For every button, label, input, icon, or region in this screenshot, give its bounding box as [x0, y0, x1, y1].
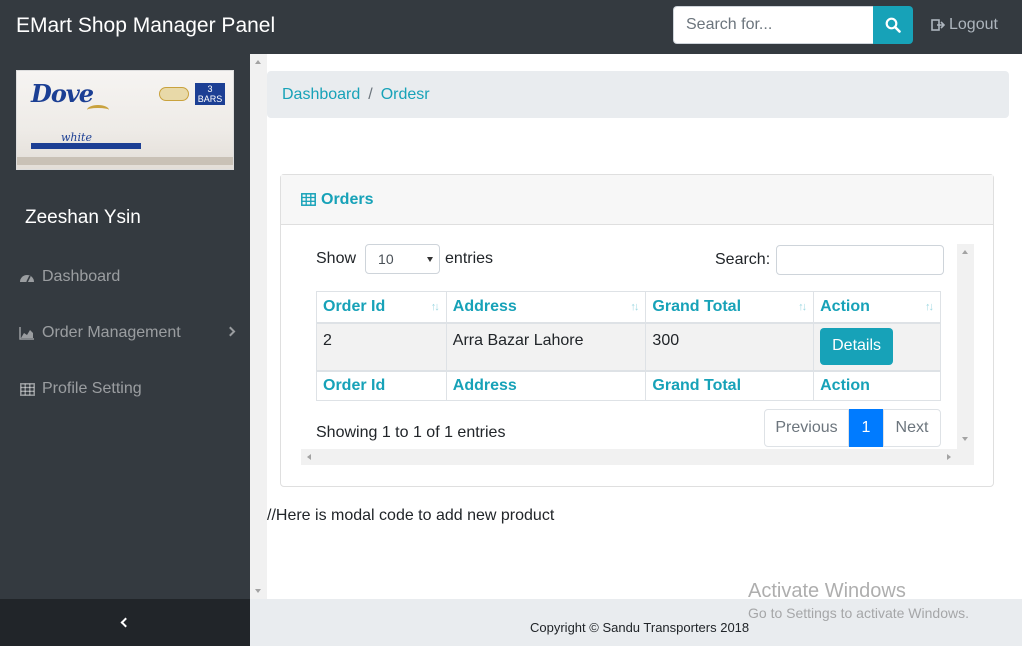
column-header-order-id[interactable]: Order Id ↑↓ [316, 291, 447, 324]
copyright-text: Copyright © Sandu Transporters 2018 [530, 620, 750, 635]
breadcrumb: Dashboard / Ordesr [267, 71, 1009, 118]
cell-address: Arra Bazar Lahore [445, 322, 647, 371]
pagination-next[interactable]: Next [883, 409, 941, 447]
orders-card: Orders Show 10 entries Search: Order Id ↑… [280, 174, 994, 487]
watermark-line1: Activate Windows [748, 580, 906, 602]
modal-code-comment: //Here is modal code to add new product [267, 507, 555, 524]
pagination-previous[interactable]: Previous [764, 409, 849, 447]
table-footer-row: Order Id Address Grand Total Action [316, 369, 941, 401]
sort-icon: ↑↓ [925, 301, 934, 313]
sidebar-item-label: Order Management [42, 324, 181, 341]
chevron-right-icon [225, 326, 236, 337]
entries-length-control: Show 10 entries [316, 244, 494, 274]
length-value: 10 [378, 251, 394, 267]
search-button[interactable] [873, 6, 913, 44]
area-chart-icon [18, 325, 36, 341]
length-suffix: entries [445, 250, 494, 267]
sort-icon: ↑↓ [630, 301, 639, 313]
bottom-edge [0, 646, 1022, 658]
sidebar-item-order-management[interactable]: Order Management [18, 318, 240, 348]
pagination: Previous 1 Next [764, 409, 941, 447]
table-vertical-scrollbar[interactable] [957, 244, 974, 465]
cell-order-id: 2 [316, 322, 447, 371]
table-search-input[interactable] [776, 245, 945, 275]
sidebar-item-profile-setting[interactable]: Profile Setting [18, 374, 240, 404]
sidebar-item-label: Profile Setting [42, 380, 142, 397]
product-image: Dove 3 BARS white [16, 70, 234, 170]
search-input[interactable] [673, 6, 873, 44]
navbar-search [673, 6, 913, 44]
user-name: Zeeshan Ysin [25, 207, 141, 228]
column-header-action[interactable]: Action ↑↓ [813, 291, 941, 324]
sidebar-item-dashboard[interactable]: Dashboard [18, 262, 240, 292]
length-prefix: Show [316, 250, 357, 267]
cell-action: Details [813, 322, 941, 371]
sign-out-icon [931, 19, 945, 31]
sidebar-scrollbar[interactable] [250, 54, 267, 599]
table-icon [301, 193, 316, 206]
logout-label: Logout [949, 16, 998, 33]
column-header-grand-total[interactable]: Grand Total ↑↓ [645, 291, 815, 324]
pagination-page-1[interactable]: 1 [849, 409, 883, 447]
table-search-label: Search: [715, 251, 771, 268]
orders-card-title: Orders [321, 190, 374, 208]
orders-card-header: Orders [281, 175, 993, 225]
breadcrumb-separator: / [368, 85, 373, 103]
footer-order-id: Order Id [316, 369, 447, 401]
breadcrumb-orders[interactable]: Ordesr [381, 86, 430, 104]
footer-address: Address [445, 369, 647, 401]
footer-action: Action [813, 369, 941, 401]
footer-grand-total: Grand Total [645, 369, 815, 401]
table-header-row: Order Id ↑↓ Address ↑↓ Grand Total ↑↓ Actio… [316, 291, 941, 324]
details-button[interactable]: Details [820, 327, 894, 365]
sidebar-toggle-button[interactable] [0, 599, 250, 646]
watermark-line2: Go to Settings to activate Windows. [748, 605, 969, 621]
orders-table: Order Id ↑↓ Address ↑↓ Grand Total ↑↓ Actio… [316, 291, 941, 401]
table-row: 2 Arra Bazar Lahore 300 Details [316, 322, 941, 371]
sort-icon: ↑↓ [798, 301, 807, 313]
table-search-control: Search: [715, 245, 945, 275]
table-horizontal-scrollbar[interactable] [301, 449, 957, 465]
search-icon [885, 17, 901, 33]
cell-grand-total: 300 [645, 322, 815, 371]
logout-link[interactable]: Logout [931, 16, 998, 34]
product-image-badge: 3 BARS [195, 83, 225, 105]
sidebar-item-label: Dashboard [42, 268, 121, 285]
caret-down-icon [427, 256, 434, 262]
product-image-brand: Dove [31, 79, 94, 108]
column-header-address[interactable]: Address ↑↓ [445, 291, 647, 324]
breadcrumb-dashboard[interactable]: Dashboard [282, 86, 360, 104]
sort-icon: ↑↓ [430, 301, 440, 313]
table-icon [18, 381, 36, 397]
orders-datatable: Show 10 entries Search: Order Id ↑↓ Addre… [301, 244, 974, 465]
brand-title[interactable]: EMart Shop Manager Panel [16, 14, 275, 38]
tachometer-icon [18, 269, 36, 285]
windows-activation-watermark: Activate Windows Go to Settings to activ… [748, 580, 969, 621]
chevron-left-icon [120, 617, 130, 628]
table-info: Showing 1 to 1 of 1 entries [316, 424, 506, 441]
entries-length-select[interactable]: 10 [365, 244, 441, 274]
